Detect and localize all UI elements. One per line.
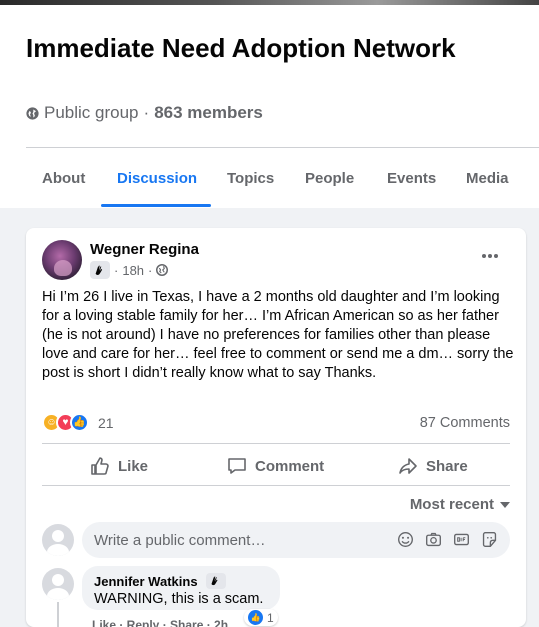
comment-input-tools (396, 530, 498, 548)
gif-icon[interactable] (452, 530, 470, 548)
hand-wave-icon (95, 265, 102, 275)
like-button[interactable]: Like (90, 456, 148, 476)
tab-events[interactable]: Events (387, 170, 436, 187)
post-author[interactable]: Wegner Regina (90, 241, 199, 258)
comment-button[interactable]: Comment (227, 456, 324, 476)
comment-text: WARNING, this is a scam. (94, 591, 264, 607)
emoji-icon[interactable] (396, 530, 414, 548)
actions-divider-bottom (42, 485, 510, 486)
group-title[interactable]: Immediate Need Adoption Network (26, 32, 516, 64)
post-subline: · 18h · (90, 261, 169, 279)
globe-icon (26, 106, 39, 120)
post-card: Wegner Regina · 18h · Hi I’m 26 I live i… (26, 228, 526, 627)
author-avatar[interactable] (42, 240, 82, 280)
sort-label: Most recent (409, 496, 494, 513)
actions-divider-top (42, 443, 510, 444)
commenter-avatar[interactable] (42, 568, 74, 600)
current-user-avatar[interactable] (42, 524, 74, 556)
comment-actions[interactable]: Like · Reply · Share · 2h (92, 618, 228, 627)
thumbs-up-icon (91, 457, 109, 475)
active-tab-indicator (101, 204, 211, 207)
share-label: Share (426, 457, 468, 475)
tab-discussion[interactable]: Discussion (117, 170, 197, 187)
member-badge-icon[interactable] (205, 573, 226, 589)
post-dot: · (114, 262, 119, 278)
share-icon (399, 458, 417, 474)
meta-separator: · (143, 103, 150, 122)
comment-reaction-summary[interactable]: 👍 1 (244, 609, 278, 626)
privacy-label: Public group (44, 103, 139, 122)
comment-bubble: Jennifer Watkins WARNING, this is a scam… (82, 566, 280, 610)
comment-sort-dropdown[interactable]: Most recent (410, 496, 510, 513)
tab-media[interactable]: Media (466, 170, 509, 187)
post-time[interactable]: 18h (122, 263, 144, 278)
hand-wave-icon (211, 576, 218, 586)
member-badge-icon[interactable] (90, 261, 110, 279)
comment-like-count: 1 (267, 610, 274, 625)
post-dot-2: · (148, 262, 153, 278)
sticker-icon[interactable] (480, 530, 498, 548)
comment-label: Comment (255, 457, 325, 475)
globe-icon (156, 264, 169, 276)
group-tabs: About Discussion Topics People Events Me… (26, 160, 539, 208)
comment-icon (228, 458, 246, 474)
comment-author-row: Jennifer Watkins (94, 573, 268, 589)
comment-count[interactable]: 87 Comments (420, 415, 510, 431)
tab-about[interactable]: About (42, 170, 85, 187)
more-options-icon[interactable] (478, 246, 502, 266)
like-reaction-icon: 👍 (248, 610, 263, 625)
tab-people[interactable]: People (305, 170, 354, 187)
reaction-summary[interactable]: ☺ ♥ 👍 21 (42, 413, 114, 432)
like-reaction-icon: 👍 (70, 413, 89, 432)
post-body: Hi I’m 26 I live in Texas, I have a 2 mo… (42, 289, 514, 381)
caret-down-icon (500, 501, 510, 508)
share-button[interactable]: Share (398, 456, 468, 476)
camera-icon[interactable] (424, 530, 442, 548)
header-divider (26, 147, 539, 148)
comment-thread-line (57, 602, 59, 627)
reaction-count: 21 (98, 414, 114, 431)
member-count[interactable]: 863 members (154, 103, 263, 123)
tab-topics[interactable]: Topics (227, 170, 274, 187)
cover-photo-strip (0, 0, 539, 5)
comment-author[interactable]: Jennifer Watkins (94, 574, 198, 589)
like-label: Like (118, 457, 149, 475)
group-meta: Public group · 863 members (26, 103, 263, 123)
